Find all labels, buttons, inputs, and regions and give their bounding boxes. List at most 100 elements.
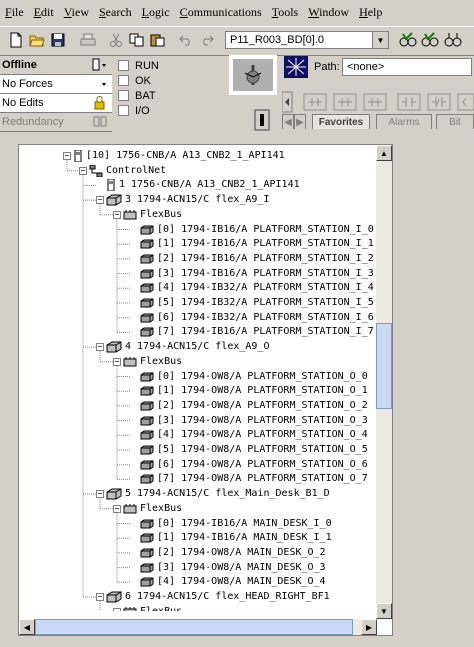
tree-item-io-module[interactable]: [6] 1794-IB32/A PLATFORM_STATION_I_6 xyxy=(130,311,374,325)
menu-view[interactable]: View xyxy=(59,5,94,20)
tree-item[interactable]: − 4 1794-ACN15/C flex_A9_O xyxy=(96,340,270,354)
verify-button[interactable] xyxy=(398,31,418,49)
scroll-right-icon[interactable]: ▶ xyxy=(361,619,377,635)
verify-icon xyxy=(399,32,417,47)
menu-edit[interactable]: Edit xyxy=(29,5,59,20)
expand-collapse-icon[interactable]: − xyxy=(96,490,104,499)
tree-item[interactable]: − FlexBus xyxy=(113,355,182,369)
tab-scroll-left[interactable]: ◀ xyxy=(282,114,294,129)
expand-collapse-icon[interactable]: − xyxy=(113,357,121,366)
menu-window[interactable]: Window xyxy=(303,5,354,20)
tree-item-io-module[interactable]: [1] 1794-IB16/A PLATFORM_STATION_I_1 xyxy=(130,237,374,251)
redundancy-icon[interactable] xyxy=(92,115,108,129)
tab-scroll-right[interactable]: ▶ xyxy=(294,114,306,129)
open-button[interactable] xyxy=(27,31,47,49)
expand-collapse-icon[interactable]: − xyxy=(113,504,121,513)
menu-search[interactable]: Search xyxy=(94,5,137,20)
vertical-scroll-thumb[interactable] xyxy=(376,323,392,409)
tree-item-io-module[interactable]: [4] 1794-IB32/A PLATFORM_STATION_I_4 xyxy=(130,281,374,295)
tree-item-io-module[interactable]: [2] 1794-IB16/A PLATFORM_STATION_I_2 xyxy=(130,252,374,266)
undo-icon xyxy=(179,35,190,46)
horizontal-scrollbar[interactable]: ◀ ▶ xyxy=(19,619,377,635)
tree-item[interactable]: − 5 1794-ACN15/C flex_Main_Desk_B1_D xyxy=(96,487,330,501)
chevron-down-icon[interactable]: ▼ xyxy=(372,32,388,48)
tree-item[interactable]: − FlexBus xyxy=(113,605,182,611)
scroll-down-icon[interactable]: ▼ xyxy=(376,603,392,619)
menu-logic[interactable]: Logic xyxy=(137,5,175,20)
tree-item-label: [3] 1794-IB16/A PLATFORM_STATION_I_3 xyxy=(157,267,374,279)
tree-item-io-module[interactable]: [6] 1794-OW8/A PLATFORM_STATION_O_6 xyxy=(130,458,368,472)
redo-icon xyxy=(203,35,214,46)
menu-communications[interactable]: Communications xyxy=(175,5,267,20)
tab-bit[interactable]: Bit xyxy=(436,114,474,129)
print-button[interactable] xyxy=(78,31,98,49)
tab-favorites[interactable]: Favorites xyxy=(312,114,370,129)
tree-item-io-module[interactable]: [3] 1794-OW8/A MAIN_DESK_O_3 xyxy=(130,561,326,575)
status-forces: No Forces xyxy=(2,78,53,90)
scroll-left-icon[interactable]: ◀ xyxy=(19,619,35,635)
expand-collapse-icon[interactable]: − xyxy=(96,196,104,205)
paste-button[interactable] xyxy=(148,31,168,49)
copy-button[interactable] xyxy=(127,31,147,49)
menu-file[interactable]: File xyxy=(0,5,29,20)
new-file-button[interactable] xyxy=(6,31,26,49)
horizontal-scroll-thumb[interactable] xyxy=(35,619,353,635)
status-redundancy-row[interactable]: Redundancy xyxy=(0,113,112,132)
edits-lock-icon[interactable] xyxy=(92,96,108,110)
tree-item[interactable]: − FlexBus xyxy=(113,502,182,516)
tree-item-io-module[interactable]: [3] 1794-OW8/A PLATFORM_STATION_O_3 xyxy=(130,414,368,428)
path-field[interactable]: <none> xyxy=(342,58,472,76)
save-button[interactable] xyxy=(48,31,68,49)
tree-item[interactable]: − 3 1794-ACN15/C flex_A9_I xyxy=(96,193,270,207)
status-mode-row[interactable]: Offline xyxy=(0,56,112,75)
tree-item-io-module[interactable]: [4] 1794-OW8/A PLATFORM_STATION_O_4 xyxy=(130,428,368,442)
ok-led-icon xyxy=(118,75,129,86)
tree-item-label: [2] 1794-OW8/A PLATFORM_STATION_O_2 xyxy=(157,399,368,411)
tree-item-label: [6] 1794-OW8/A PLATFORM_STATION_O_6 xyxy=(157,458,368,470)
expand-collapse-icon[interactable]: − xyxy=(79,166,87,175)
tree-item-io-module[interactable]: [0] 1794-IB16/A MAIN_DESK_I_0 xyxy=(130,517,332,531)
tree-item[interactable]: − ControlNet xyxy=(79,164,166,178)
tree-item-io-module[interactable]: [7] 1794-OW8/A PLATFORM_STATION_O_7 xyxy=(130,472,368,486)
tree-item-io-module[interactable]: [7] 1794-IB16/A PLATFORM_STATION_I_7 xyxy=(130,325,374,339)
tree-item-io-module[interactable]: [5] 1794-OW8/A PLATFORM_STATION_O_5 xyxy=(130,443,368,457)
menu-tools[interactable]: Tools xyxy=(267,5,304,20)
tree-item-io-module[interactable]: [2] 1794-OW8/A PLATFORM_STATION_O_2 xyxy=(130,399,368,413)
tree-item-io-module[interactable]: [1] 1794-OW8/A PLATFORM_STATION_O_1 xyxy=(130,384,368,398)
scroll-up-icon[interactable]: ▲ xyxy=(376,145,392,161)
redo-button[interactable] xyxy=(197,31,217,49)
io-module-icon xyxy=(140,416,154,426)
tree-item[interactable]: − [10] 1756-CNB/A A13_CNB2_1_API141 xyxy=(63,149,285,163)
tree-item[interactable]: 1 1756-CNB/A A13_CNB2_1_API141 xyxy=(96,178,300,192)
expand-collapse-icon[interactable]: − xyxy=(113,210,121,219)
cut-button[interactable] xyxy=(106,31,126,49)
controller-network-icon[interactable] xyxy=(284,56,308,78)
expand-collapse-icon xyxy=(130,299,138,307)
tab-alarms[interactable]: Alarms xyxy=(376,114,432,129)
tree-item[interactable]: − 6 1794-ACN15/C flex_HEAD_RIGHT_BF1 xyxy=(96,590,330,604)
tree-item[interactable]: − FlexBus xyxy=(113,208,182,222)
expand-collapse-icon[interactable]: − xyxy=(63,152,71,160)
expand-collapse-icon[interactable]: − xyxy=(96,343,104,352)
tree-item-label: [5] 1794-OW8/A PLATFORM_STATION_O_5 xyxy=(157,444,368,455)
tree-item-io-module[interactable]: [4] 1794-OW8/A MAIN_DESK_O_4 xyxy=(130,575,326,589)
expand-collapse-icon[interactable]: − xyxy=(96,593,104,601)
tree-item-io-module[interactable]: [5] 1794-IB32/A PLATFORM_STATION_I_5 xyxy=(130,296,374,310)
verify-controller-button[interactable] xyxy=(420,31,440,49)
forces-dropdown-icon[interactable] xyxy=(92,77,108,91)
tree-item-io-module[interactable]: [0] 1794-IB16/A PLATFORM_STATION_I_0 xyxy=(130,223,374,237)
status-forces-row[interactable]: No Forces xyxy=(0,75,112,94)
tree-item-io-module[interactable]: [3] 1794-IB16/A PLATFORM_STATION_I_3 xyxy=(130,267,374,281)
tree-item-io-module[interactable]: [2] 1794-OW8/A MAIN_DESK_O_2 xyxy=(130,546,326,560)
tree-item-io-module[interactable]: [1] 1794-IB16/A MAIN_DESK_I_1 xyxy=(130,531,332,545)
expand-collapse-icon[interactable]: − xyxy=(113,607,121,611)
vertical-scrollbar[interactable]: ▲ ▼ xyxy=(376,145,392,619)
io-module-icon xyxy=(140,269,154,279)
mode-dropdown-icon[interactable] xyxy=(92,58,108,72)
tree-item-io-module[interactable]: [0] 1794-OW8/A PLATFORM_STATION_O_0 xyxy=(130,370,368,384)
routine-combobox[interactable]: P11_R003_BD[0].0 ▼ xyxy=(225,31,389,49)
browse-logic-button[interactable] xyxy=(443,31,463,49)
status-edits-row[interactable]: No Edits xyxy=(0,94,112,113)
undo-button[interactable] xyxy=(176,31,196,49)
menu-help[interactable]: Help xyxy=(354,5,387,20)
